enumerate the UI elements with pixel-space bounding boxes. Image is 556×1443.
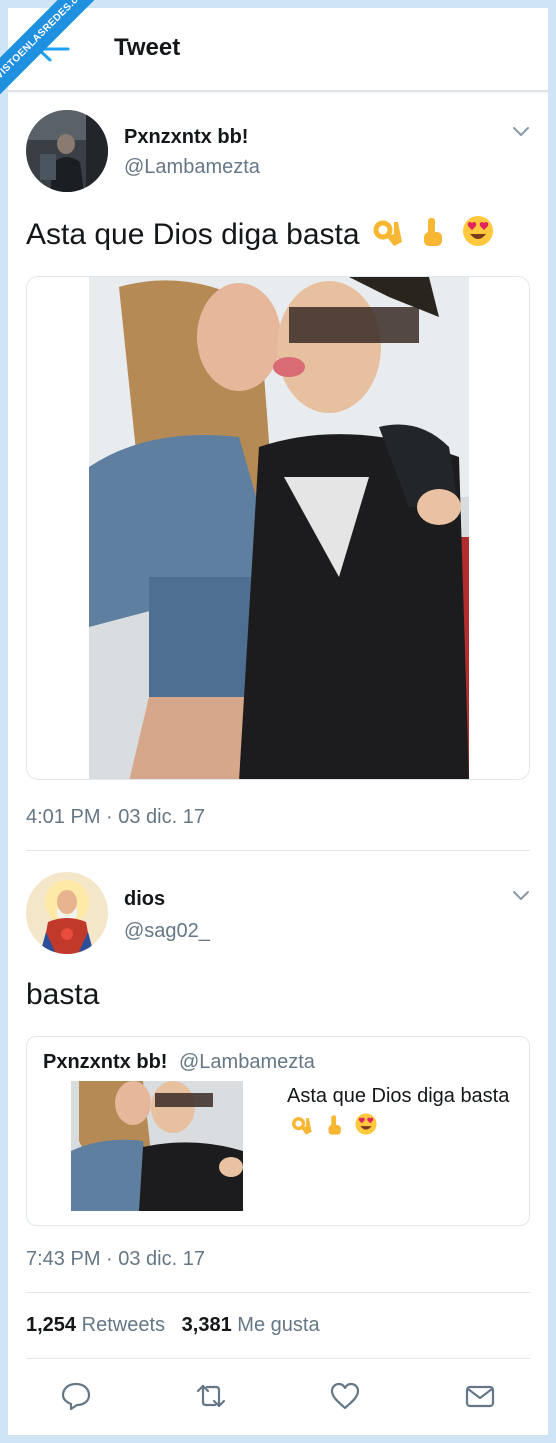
tweet-detail-screen: Tweet Pxnzxntx bb! @Lambamezta Asta que … (8, 8, 548, 1435)
display-name[interactable]: Pxnzxntx bb! (124, 126, 248, 149)
quoted-photo (43, 1081, 271, 1211)
retweet-icon[interactable] (195, 1380, 227, 1412)
username[interactable]: @Lambamezta (124, 156, 260, 179)
likes-label[interactable]: Me gusta (237, 1314, 319, 1336)
tweet-timestamp[interactable]: 7:43 PM · 03 dic. 17 (26, 1248, 205, 1271)
reply-icon[interactable] (60, 1380, 92, 1412)
action-bar (8, 1358, 548, 1435)
tweet-photo[interactable] (89, 277, 469, 779)
heart-eyes-emoji-icon (355, 1113, 377, 1135)
page-title: Tweet (114, 34, 181, 61)
divider (26, 1292, 530, 1293)
media-card[interactable] (26, 276, 530, 780)
quoted-username: @Lambamezta (179, 1051, 315, 1073)
watermark-ribbon: VISTOENLASREDES.com (0, 0, 102, 102)
avatar[interactable] (26, 872, 108, 954)
quoted-display-name: Pxnzxntx bb! (43, 1051, 168, 1073)
tweet-text: basta (26, 978, 100, 1011)
tweet-body: Asta que Dios diga basta (26, 218, 360, 251)
direct-message-icon[interactable] (464, 1380, 496, 1412)
tweet-stats: 1,254 Retweets 3,381 Me gusta (26, 1314, 320, 1337)
retweets-count[interactable]: 1,254 (26, 1314, 76, 1336)
quoted-text: Asta que Dios diga basta (287, 1081, 517, 1141)
chevron-down-icon[interactable] (512, 126, 530, 138)
ok-hand-emoji-icon (373, 220, 402, 246)
ok-hand-emoji-icon (292, 1117, 312, 1135)
tweet-text: Asta que Dios diga basta (26, 214, 495, 252)
retweets-label[interactable]: Retweets (82, 1314, 165, 1336)
likes-count[interactable]: 3,381 (182, 1314, 232, 1336)
heart-icon[interactable] (329, 1380, 361, 1412)
pointing-up-emoji-icon (328, 1115, 341, 1135)
chevron-down-icon[interactable] (512, 890, 530, 902)
watermark-text: VISTOENLASREDES.com (0, 0, 102, 102)
display-name[interactable]: dios (124, 888, 165, 911)
pointing-up-emoji-icon (424, 218, 443, 246)
quoted-tweet[interactable]: Pxnzxntx bb! @Lambamezta Asta que Dios d… (26, 1036, 530, 1226)
tweet-timestamp[interactable]: 4:01 PM · 03 dic. 17 (26, 806, 205, 829)
heart-eyes-emoji-icon (462, 216, 493, 246)
divider (26, 850, 530, 851)
username[interactable]: @sag02_ (124, 920, 210, 943)
avatar[interactable] (26, 110, 108, 192)
quoted-body: Asta que Dios diga basta (287, 1085, 510, 1107)
